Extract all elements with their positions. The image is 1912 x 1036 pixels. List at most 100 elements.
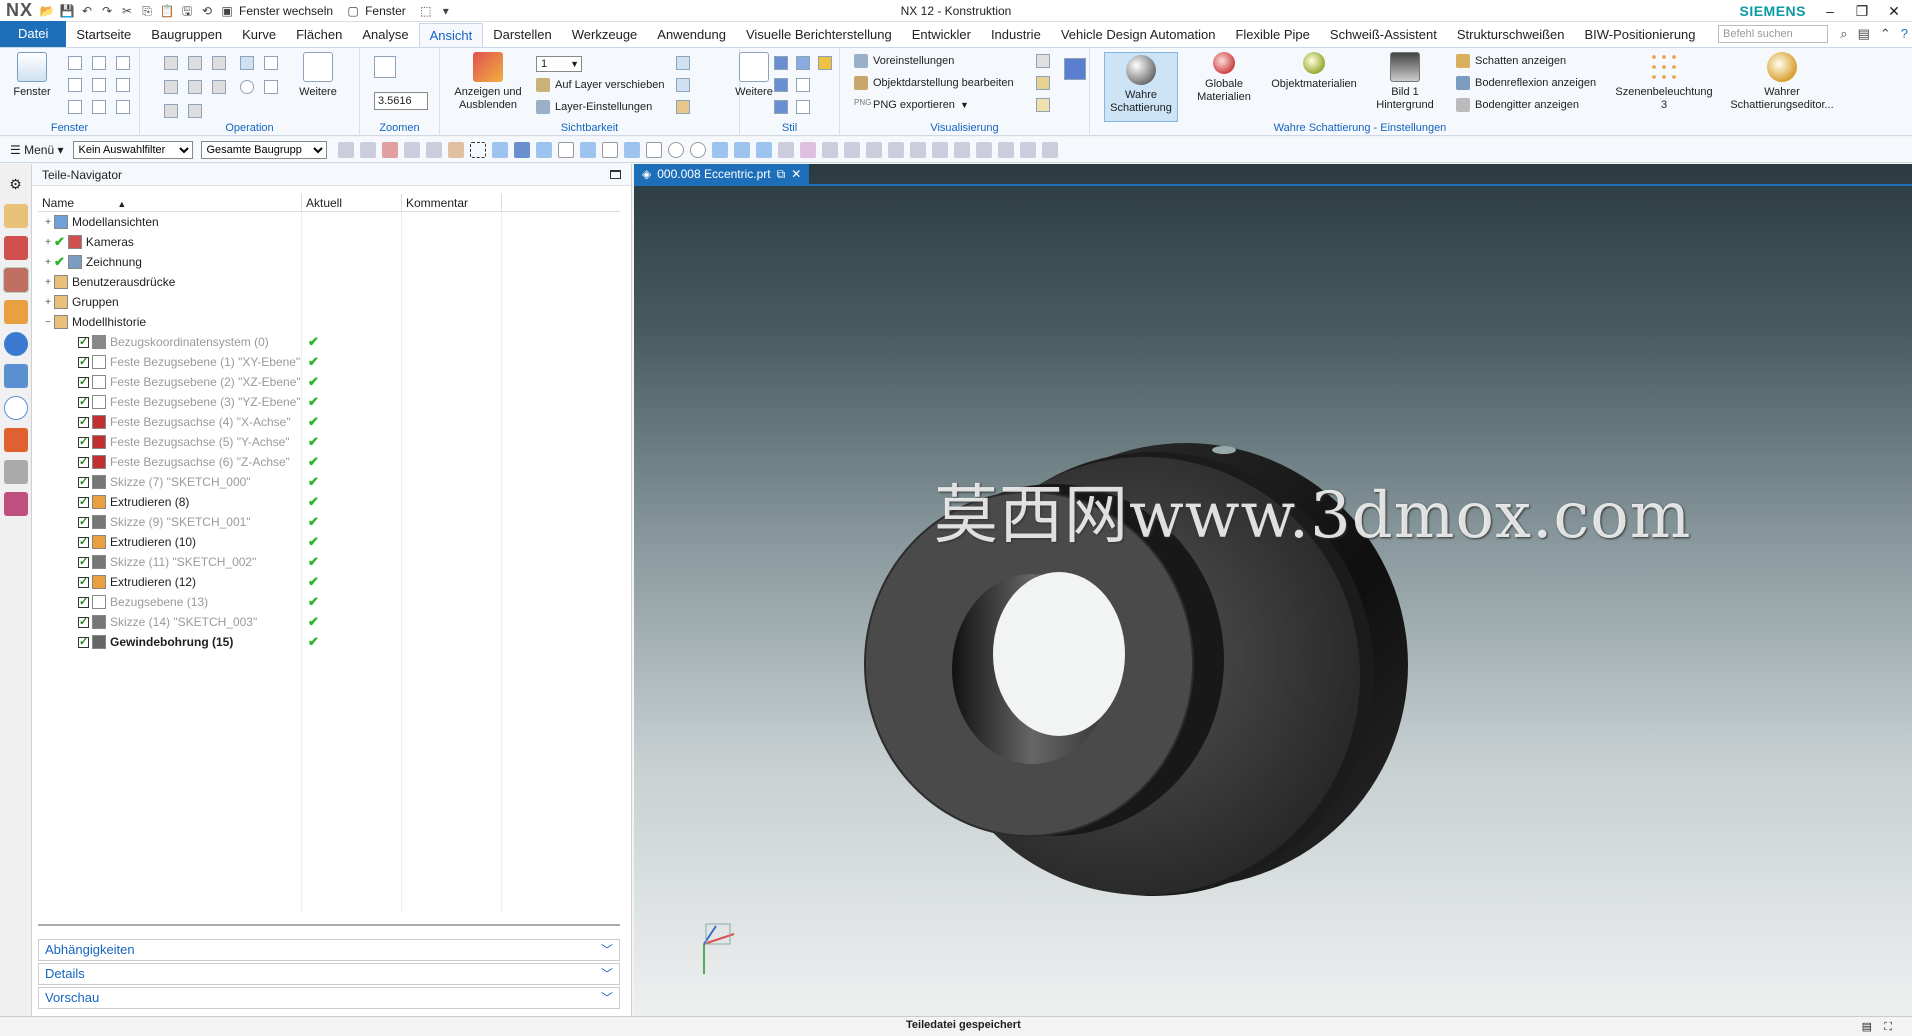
visibility-checkbox[interactable] <box>78 455 89 468</box>
background-image-button[interactable]: Bild 1 Hintergrund <box>1368 52 1442 112</box>
layout-six-icon[interactable] <box>92 100 106 114</box>
tree-row[interactable]: + Benutzerausdrücke <box>38 272 620 292</box>
edit-section-icon[interactable] <box>976 141 993 158</box>
tree-row[interactable]: Extrudieren (10) ✔ <box>38 532 620 552</box>
tree-row[interactable]: Feste Bezugsebene (3) "YZ-Ebene" ✔ <box>38 392 620 412</box>
touch-mode-icon[interactable]: ⬚ <box>418 3 434 19</box>
collapse-ribbon-icon[interactable]: ⌃ <box>1880 26 1891 42</box>
control-point-icon[interactable] <box>602 141 619 158</box>
visibility-checkbox[interactable] <box>78 595 89 608</box>
visual-report-icon[interactable] <box>1036 54 1050 68</box>
tree-row[interactable]: Bezugsebene (13) ✔ <box>38 592 620 612</box>
tab-flexible-pipe[interactable]: Flexible Pipe <box>1225 23 1319 47</box>
tree-row[interactable]: + ✔ Kameras <box>38 232 620 252</box>
hd3d-tools-icon[interactable] <box>3 332 28 356</box>
tab-biw-positionierung[interactable]: BIW-Positionierung <box>1574 23 1705 47</box>
repeat-command-icon[interactable]: ⟲ <box>199 3 215 19</box>
curve-icon[interactable] <box>646 141 663 158</box>
floor-reflection-button[interactable]: Bodenreflexion anzeigen <box>1456 76 1596 90</box>
tree-row[interactable]: Skizze (7) "SKETCH_000" ✔ <box>38 472 620 492</box>
tab-startseite[interactable]: Startseite <box>66 23 141 47</box>
assembly-nav-icon[interactable] <box>1020 141 1037 158</box>
rectangle-select-icon[interactable] <box>470 141 487 158</box>
restore-icon[interactable]: ❐ <box>1846 0 1878 22</box>
wcs-icon[interactable] <box>822 141 839 158</box>
visibility-checkbox[interactable] <box>78 615 89 628</box>
expand-icon[interactable]: + <box>42 277 54 288</box>
tree-row[interactable]: Skizze (11) "SKETCH_002" ✔ <box>38 552 620 572</box>
web-browser-icon[interactable] <box>3 364 28 388</box>
visibility-check-icon[interactable]: ✔ <box>54 254 65 270</box>
select-body-icon[interactable] <box>492 141 509 158</box>
tree-row[interactable]: Feste Bezugsachse (4) "X-Achse" ✔ <box>38 412 620 432</box>
paste-icon[interactable]: 📋 <box>159 3 175 19</box>
assembly-navigator-icon[interactable] <box>3 204 28 228</box>
tab-industrie[interactable]: Industrie <box>981 23 1051 47</box>
clip-view-icon[interactable] <box>998 141 1015 158</box>
tab-vehicle-design-automation[interactable]: Vehicle Design Automation <box>1051 23 1226 47</box>
reuse-library-icon[interactable] <box>3 300 28 324</box>
mid-point-icon[interactable] <box>580 141 597 158</box>
bounded-grid-icon[interactable] <box>778 141 795 158</box>
layout-split-v-icon[interactable] <box>92 56 106 70</box>
preferences-button[interactable]: Voreinstellungen <box>854 54 954 68</box>
existing-point-icon[interactable] <box>712 141 729 158</box>
ribbon-options-icon[interactable]: ▤ <box>1858 26 1870 42</box>
visibility-checkbox[interactable] <box>78 395 89 408</box>
tree-row[interactable]: Feste Bezugsebene (1) "XY-Ebene" ✔ <box>38 352 620 372</box>
view-triad-icon[interactable] <box>800 141 817 158</box>
switch-window-icon[interactable]: ▣ <box>219 3 235 19</box>
measure-icon[interactable] <box>1042 141 1059 158</box>
command-search-input[interactable]: Befehl suchen <box>1718 25 1828 43</box>
tab-werkzeuge[interactable]: Werkzeuge <box>562 23 648 47</box>
isometric-view-icon[interactable] <box>188 104 202 118</box>
global-materials-button[interactable]: Globale Materialien <box>1186 52 1262 104</box>
point-on-curve-icon[interactable] <box>734 141 751 158</box>
visibility-checkbox[interactable] <box>78 475 89 488</box>
tab-strukturschweissen[interactable]: Strukturschweißen <box>1447 23 1575 47</box>
true-shading-button[interactable]: Wahre Schattierung <box>1104 52 1178 122</box>
bottom-view-icon[interactable] <box>164 104 178 118</box>
move-to-layer-button[interactable]: Auf Layer verschieben <box>536 78 664 92</box>
copy-to-layer-icon[interactable] <box>676 78 690 92</box>
floor-grid-button[interactable]: Bodengitter anzeigen <box>1456 98 1579 112</box>
fullscreen-icon[interactable]: ⛶ <box>1884 1019 1892 1036</box>
layout-single-icon[interactable] <box>68 56 82 70</box>
scene-lighting-button[interactable]: Szenenbeleuchtung 3 <box>1612 52 1716 112</box>
wireframe-icon[interactable] <box>796 78 810 92</box>
fit-icon[interactable] <box>888 141 905 158</box>
edit-object-display-button[interactable]: Objektdarstellung bearbeiten <box>854 76 1014 90</box>
tab-visuelle-berichterstellung[interactable]: Visuelle Berichterstellung <box>736 23 902 47</box>
constraint-navigator-icon[interactable] <box>3 236 28 260</box>
visibility-checkbox[interactable] <box>78 355 89 368</box>
roles-icon[interactable] <box>3 492 28 516</box>
layer-category-icon[interactable] <box>676 100 690 114</box>
process-studio-icon[interactable] <box>3 428 28 452</box>
rotate-icon[interactable] <box>240 80 254 94</box>
top-view-icon[interactable] <box>164 80 178 94</box>
selection-bar-icon[interactable]: ▤ <box>1862 1019 1872 1036</box>
clip-section-icon[interactable] <box>910 141 927 158</box>
customize-qa-icon[interactable]: ▾ <box>438 3 454 19</box>
view-cube-icon[interactable] <box>1064 58 1086 80</box>
visibility-checkbox[interactable] <box>78 335 89 348</box>
back-view-icon[interactable] <box>212 56 226 70</box>
open-folder-icon[interactable]: 📂 <box>39 3 55 19</box>
zoom-window-icon[interactable] <box>264 56 278 70</box>
save-icon[interactable]: 💾 <box>59 3 75 19</box>
panel-dependencies[interactable]: Abhängigkeiten ﹀ <box>38 939 620 961</box>
column-kommentar[interactable]: Kommentar <box>402 194 502 211</box>
type-filter-select[interactable]: Kein Auswahlfilter <box>73 140 194 159</box>
shaded-edges-icon[interactable] <box>774 56 788 70</box>
tree-row[interactable]: Feste Bezugsachse (6) "Z-Achse" ✔ <box>38 452 620 472</box>
tree-row[interactable]: + Modellansichten <box>38 212 620 232</box>
true-shading-editor-button[interactable]: Wahrer Schattierungseditor... <box>1724 52 1840 112</box>
expand-icon[interactable]: + <box>42 257 54 268</box>
graphics-window[interactable]: ◈ 000.008 Eccentric.prt ⧉ ✕ 莫西网www.3dmox… <box>634 164 1912 1016</box>
visibility-checkbox[interactable] <box>78 555 89 568</box>
menu-button[interactable]: ☰ Menü ▾ <box>0 143 73 157</box>
tab-ansicht[interactable]: Ansicht <box>418 23 484 47</box>
tree-row[interactable]: Extrudieren (12) ✔ <box>38 572 620 592</box>
layout-quad-icon[interactable] <box>68 78 82 92</box>
work-layer-select[interactable]: 1 ▼ <box>536 56 582 72</box>
